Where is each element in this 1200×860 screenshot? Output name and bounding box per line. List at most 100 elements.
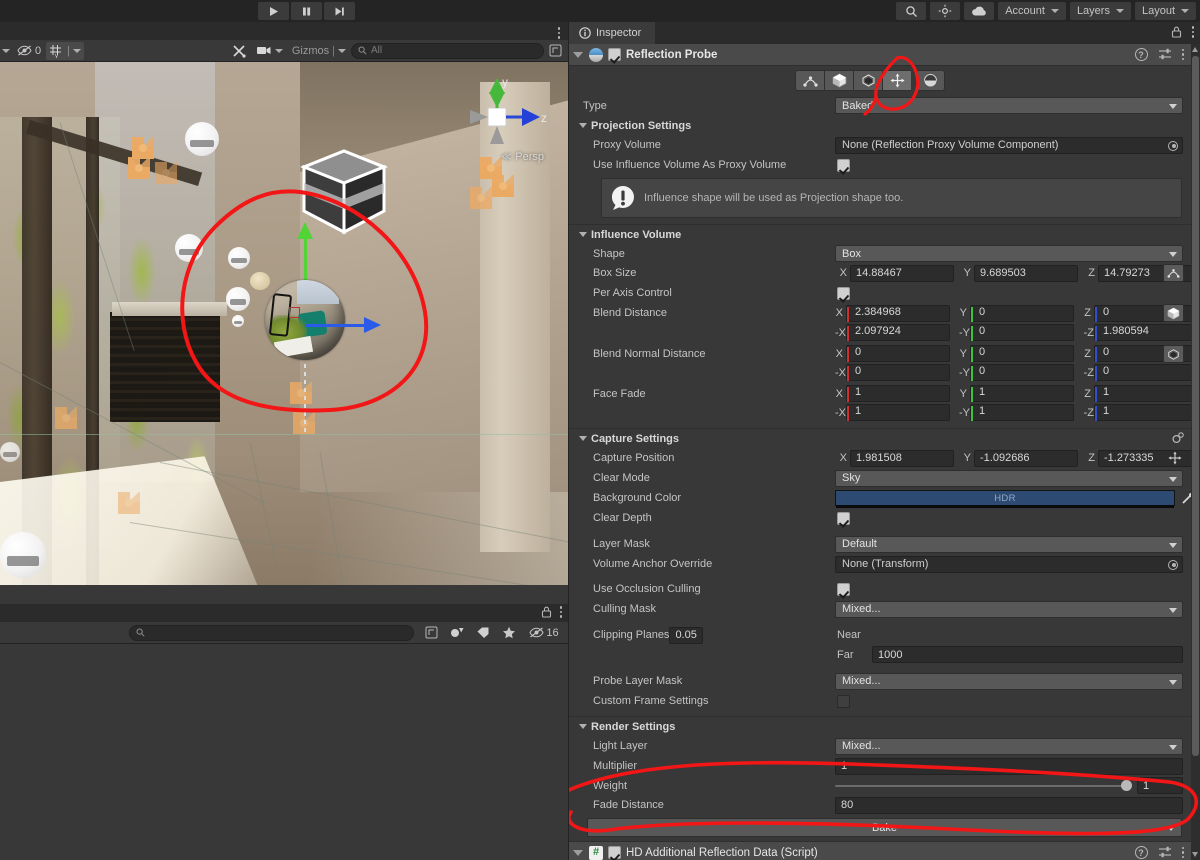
scene-projection-mode-label[interactable]: ≪ Persp [501,150,544,163]
multiplier-input[interactable]: 1 [835,757,1183,775]
light-gizmo-icon[interactable] [128,157,150,179]
tab-inspector[interactable]: Inspector [569,22,656,44]
face-fade-neg-z-input[interactable]: 1 [1094,404,1198,421]
component2-menu-button[interactable] [1181,846,1184,859]
proxy-volume-mode-button[interactable] [824,70,853,91]
face-fade-neg-x-input[interactable]: 1 [846,404,950,421]
cloud-button[interactable] [964,2,995,20]
section-capture-settings[interactable]: Capture Settings [569,429,1200,448]
volume-anchor-override-object-field[interactable]: None (Transform) [835,555,1183,573]
blend-distance-neg-x-input[interactable]: 2.097924 [846,324,950,341]
light-gizmo-icon[interactable] [290,382,312,404]
blend-normal-distance-edit-button[interactable] [1163,345,1184,363]
box-size-x-input[interactable]: 14.88467 [850,264,954,282]
weight-input[interactable]: 1 [1137,777,1183,794]
light-gizmo-icon[interactable] [155,162,177,184]
capture-position-move-button[interactable] [1165,449,1185,467]
light-layer-dropdown[interactable]: Mixed... [835,737,1183,755]
gizmo-axis-y-arrow[interactable] [297,222,313,239]
reflection-probe-gizmo-icon[interactable] [226,287,250,311]
influence-volume-mode-button[interactable] [795,70,824,91]
object-picker-icon[interactable] [1168,559,1178,570]
gear-icon[interactable] [1170,431,1184,446]
clipping-far-input[interactable]: 1000 [872,646,1183,663]
blend-distance-y-input[interactable]: 0 [970,304,1074,322]
weight-slider[interactable] [835,777,1132,794]
face-fade-neg-y-input[interactable]: 1 [970,404,1074,421]
lighting-icon-button[interactable] [930,2,961,20]
face-fade-y-input[interactable]: 1 [970,385,1074,402]
lock-icon[interactable] [541,606,552,618]
capture-position-x-input[interactable]: 1.981508 [850,449,954,467]
pause-button[interactable] [291,2,322,20]
play-button[interactable] [258,2,289,20]
inspector-scrollbar[interactable] [1191,44,1200,860]
culling-mask-dropdown[interactable]: Mixed... [835,600,1183,618]
reflection-probe-gizmo-icon[interactable] [175,234,203,262]
object-picker-icon[interactable] [1168,140,1178,151]
scene-tools-button[interactable] [228,42,251,60]
component-header-reflection-probe[interactable]: Reflection Probe ? [569,44,1200,66]
reflection-probe-gizmo-icon[interactable] [232,315,244,327]
reflection-probe-gizmo-icon[interactable] [185,122,219,156]
blend-distance-neg-y-input[interactable]: 0 [970,324,1074,341]
probe-layer-mask-dropdown[interactable]: Mixed... [835,672,1183,690]
blend-distance-x-input[interactable]: 2.384968 [846,304,950,322]
clear-mode-dropdown[interactable]: Sky [835,469,1183,487]
blend-normal-distance-y-input[interactable]: 0 [970,345,1074,362]
help-icon[interactable]: ? [1134,846,1148,859]
section-projection-settings[interactable]: Projection Settings [569,116,1200,135]
component2-enabled-checkbox[interactable] [608,846,621,859]
layout-dropdown[interactable]: Layout [1134,2,1196,20]
blend-normal-distance-x-input[interactable]: 0 [846,345,950,362]
reflection-probe-preview-sphere[interactable] [265,280,345,360]
foldout-hd-additional-reflection-data[interactable] [573,849,583,856]
per-axis-control-checkbox[interactable] [837,286,850,300]
preset-icon[interactable] [1158,48,1172,61]
scene-view-menu-button[interactable] [557,27,560,39]
search-button[interactable] [896,2,927,20]
scene-orientation-gizmo[interactable]: y z [444,70,554,180]
filter-by-label-button[interactable] [472,624,494,642]
project-search-popout-button[interactable] [420,624,442,642]
fade-distance-input[interactable]: 80 [835,796,1183,814]
component-menu-button[interactable] [1181,48,1184,61]
reflection-probe-gizmo-icon[interactable] [228,247,250,269]
shape-dropdown[interactable]: Box [835,245,1183,262]
lock-icon[interactable] [1171,26,1182,38]
shading-mode-dropdown[interactable] [0,42,12,60]
capture-position-y-input[interactable]: -1.092686 [974,449,1078,467]
section-influence-volume[interactable]: Influence Volume [569,225,1200,244]
foldout-influence-volume[interactable] [579,232,587,237]
face-fade-x-input[interactable]: 1 [846,385,950,402]
project-browser-body[interactable] [0,644,568,860]
gizmos-dropdown[interactable]: Gizmos | [288,42,350,60]
filter-favorites-button[interactable] [498,624,520,642]
light-gizmo-icon[interactable] [132,137,154,159]
bake-button[interactable]: Bake [587,818,1182,837]
background-color-swatch[interactable]: HDR [835,490,1175,508]
project-menu-button[interactable] [559,606,562,618]
foldout-reflection-probe[interactable] [573,51,583,58]
use-influence-as-proxy-checkbox[interactable] [837,158,850,172]
grid-visibility-toggle[interactable]: y | [46,41,84,60]
gizmo-axis-x-arrow[interactable] [364,317,381,333]
scroll-down-arrow[interactable] [1192,852,1198,857]
inspector-scrollbar-thumb[interactable] [1192,56,1199,756]
component-enabled-checkbox[interactable] [608,48,621,61]
foldout-capture-settings[interactable] [579,436,587,441]
type-dropdown[interactable]: Baked [835,97,1183,114]
clear-depth-checkbox[interactable] [837,511,850,525]
reflection-probe-gizmo-icon[interactable] [0,442,20,462]
proxy-volume-object-field[interactable]: None (Reflection Proxy Volume Component) [835,136,1183,154]
foldout-projection-settings[interactable] [579,123,587,128]
scene-search-filter-button[interactable] [545,42,568,60]
scene-viewport[interactable]: y z ≪ Persp [0,62,568,585]
box-size-z-input[interactable]: 14.79273 [1098,264,1200,282]
mirror-mode-button[interactable] [916,70,945,91]
scroll-up-arrow[interactable] [1192,47,1198,52]
weight-slider-handle[interactable] [1121,780,1132,791]
step-button[interactable] [324,2,355,20]
reflection-probe-gizmo-icon[interactable] [0,532,46,578]
scene-search-input[interactable]: All [351,42,544,59]
